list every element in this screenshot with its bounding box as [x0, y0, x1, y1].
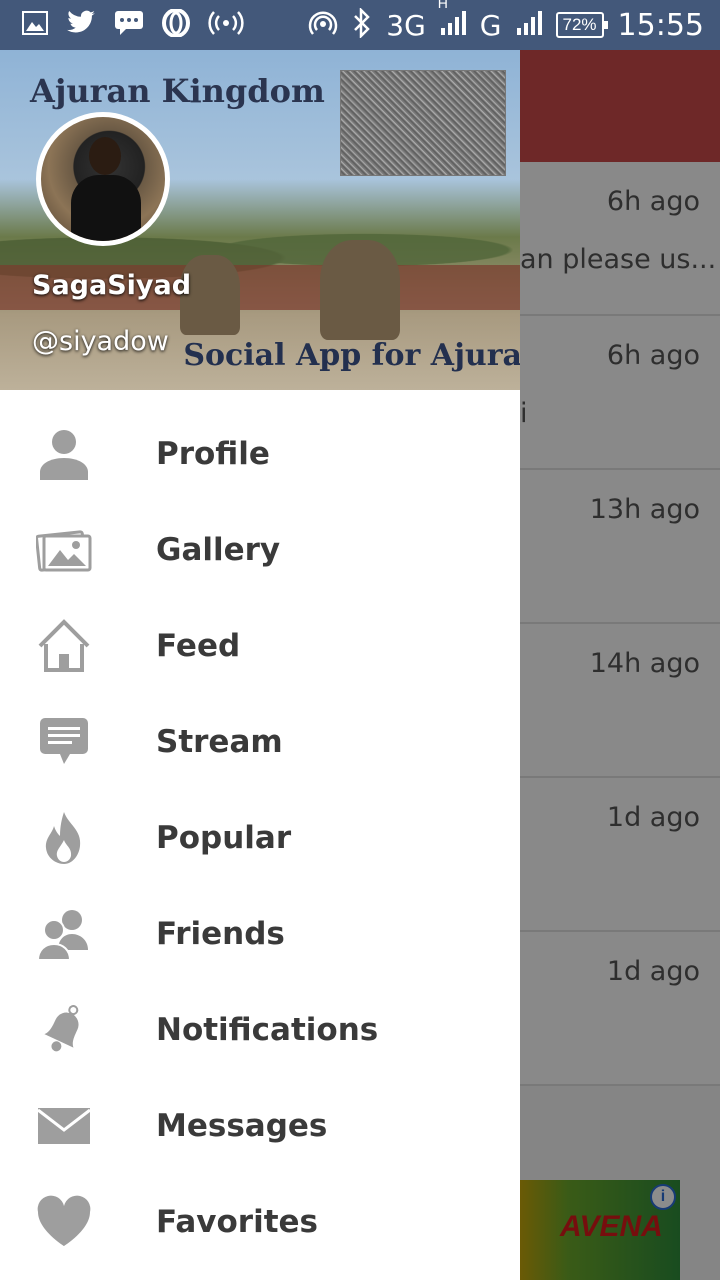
- heart-icon: [36, 1194, 92, 1250]
- avatar-body: [71, 175, 141, 241]
- home-icon: [36, 618, 92, 674]
- chat-icon: [36, 714, 92, 770]
- navigation-drawer: Ajuran Kingdom Social App for Ajura Saga…: [0, 50, 520, 1280]
- user-handle: @siyadow: [32, 326, 169, 357]
- menu-item-feed[interactable]: Feed: [0, 600, 520, 696]
- message-notification-icon: [114, 9, 144, 41]
- menu-item-stream[interactable]: Stream: [0, 696, 520, 792]
- network-g-label: G: [479, 8, 502, 42]
- menu-item-friends[interactable]: Friends: [0, 888, 520, 984]
- gallery-icon: [35, 522, 92, 578]
- menu-item-gallery[interactable]: Gallery: [0, 504, 520, 600]
- header-subtitle: Social App for Ajura: [183, 338, 520, 373]
- header-camel: [320, 240, 400, 340]
- opera-icon: [162, 8, 190, 41]
- drawer-menu: Profile Gallery Feed Stream Popular Frie…: [0, 408, 520, 1272]
- battery-indicator: 72%: [555, 12, 608, 38]
- twitter-icon: [66, 10, 96, 40]
- menu-item-messages[interactable]: Messages: [0, 1080, 520, 1176]
- image-notification-icon: [22, 11, 48, 39]
- menu-item-popular[interactable]: Popular: [0, 792, 520, 888]
- menu-item-favorites[interactable]: Favorites: [0, 1176, 520, 1272]
- menu-item-label: Stream: [156, 724, 283, 760]
- person-icon: [36, 426, 92, 482]
- username: SagaSiyad: [32, 270, 192, 301]
- avatar-head: [89, 137, 121, 175]
- mail-icon: [36, 1098, 92, 1154]
- bell-icon: [36, 1002, 92, 1058]
- friends-icon: [36, 906, 92, 962]
- broadcast-icon: [208, 10, 244, 40]
- menu-item-label: Popular: [156, 820, 292, 856]
- menu-item-label: Feed: [156, 628, 241, 664]
- network-3g-label: 3G: [386, 8, 426, 42]
- signal-h-icon: H: [438, 0, 466, 40]
- menu-item-label: Messages: [156, 1108, 328, 1144]
- bluetooth-icon: [352, 6, 372, 42]
- menu-item-label: Favorites: [156, 1204, 318, 1240]
- menu-item-profile[interactable]: Profile: [0, 408, 520, 504]
- menu-item-label: Profile: [156, 436, 270, 472]
- status-time: 15:55: [617, 7, 704, 43]
- menu-item-notifications[interactable]: Notifications: [0, 984, 520, 1080]
- hotspot-icon: [308, 8, 338, 42]
- menu-item-label: Friends: [156, 916, 285, 952]
- header-engraving-image: [340, 70, 506, 176]
- status-bar: 3G H G 72% 15:55: [0, 0, 720, 50]
- flame-icon: [36, 810, 92, 866]
- avatar[interactable]: [36, 112, 170, 246]
- menu-item-label: Gallery: [156, 532, 281, 568]
- menu-item-label: Notifications: [156, 1012, 379, 1048]
- header-title: Ajuran Kingdom: [30, 72, 325, 110]
- drawer-header: Ajuran Kingdom Social App for Ajura Saga…: [0, 50, 520, 390]
- signal-bars-icon: [516, 10, 542, 40]
